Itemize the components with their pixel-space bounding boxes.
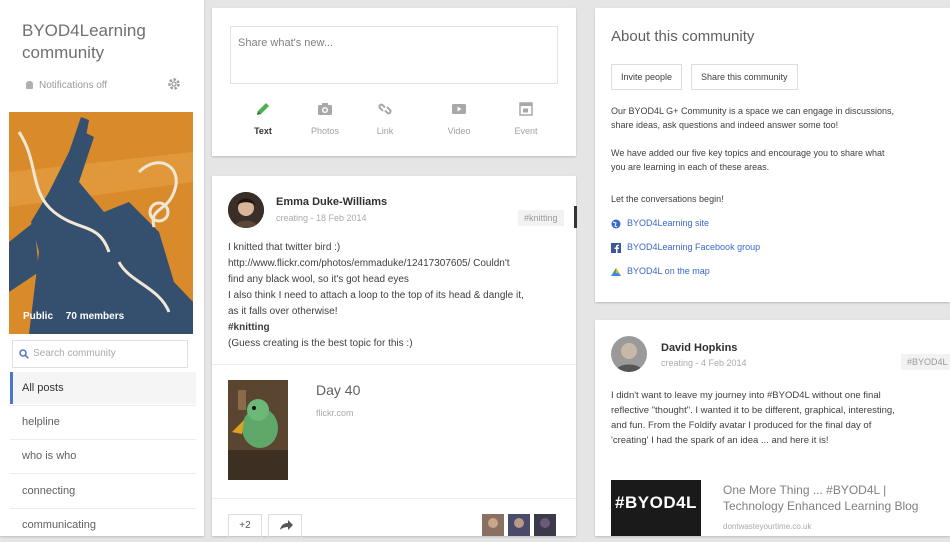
avatar[interactable]: [228, 192, 264, 228]
nav-divider: [10, 473, 196, 474]
post-tag[interactable]: #knitting: [518, 210, 564, 226]
attachment-title[interactable]: Day 40: [316, 382, 360, 398]
attachment-thumbnail[interactable]: [228, 380, 288, 480]
post-card: Emma Duke-Williams creating - 18 Feb 201…: [212, 176, 577, 538]
share-post-button[interactable]: [268, 514, 302, 538]
link-preview-image: #BYOD4L: [611, 480, 701, 536]
sidebar-item-all-posts[interactable]: All posts: [10, 372, 196, 404]
plus-user-avatar[interactable]: [534, 514, 556, 536]
plus-user-avatar[interactable]: [508, 514, 530, 536]
avatar[interactable]: [611, 336, 647, 372]
sidebar-item-who-is-who[interactable]: who is who: [10, 440, 196, 472]
post-divider: [212, 498, 576, 499]
share-event-label: Event: [514, 126, 538, 136]
gear-icon[interactable]: [166, 76, 182, 92]
community-sidebar: BYOD4Learning community Notifications of…: [0, 0, 204, 536]
facebook-icon: [611, 242, 621, 253]
about-text-line: Our BYOD4L G+ Community is a space we ca…: [611, 106, 895, 116]
bell-icon: [26, 81, 33, 90]
share-video-label: Video: [447, 126, 471, 136]
post-text-line: I didn't want to leave my journey into #…: [611, 390, 881, 401]
share-photos-label: Photos: [310, 126, 340, 136]
share-video-button[interactable]: Video: [434, 100, 484, 136]
share-box: Share what's new... Text Photos Link Vid…: [212, 8, 576, 156]
camera-icon: [318, 103, 332, 115]
link-byod4learning-site[interactable]: BYOD4Learning site: [611, 218, 709, 229]
calendar-icon: [519, 102, 533, 116]
post-text-line: http://www.flickr.com/photos/emmaduke/12…: [228, 258, 510, 269]
about-text-line: you are learning in each of these areas.: [611, 162, 770, 172]
community-stats: Public 70 members: [23, 311, 134, 322]
post-menu-indicator: [574, 206, 577, 228]
share-arrow-icon: [280, 520, 293, 530]
members-count[interactable]: 70 members: [66, 311, 124, 322]
globe-icon: [611, 219, 621, 229]
link-icon: [378, 103, 392, 115]
invite-people-button[interactable]: Invite people: [611, 64, 683, 90]
post-meta: creating - 4 Feb 2014: [661, 358, 747, 368]
link-preview-title[interactable]: One More Thing ... #BYOD4L | Technology …: [723, 482, 918, 514]
link-label: BYOD4Learning Facebook group: [627, 242, 761, 252]
video-icon: [452, 104, 466, 114]
link-preview-title-line: Technology Enhanced Learning Blog: [723, 499, 919, 513]
post-author[interactable]: David Hopkins: [661, 342, 737, 354]
post-text-line: I also think I need to attach a loop to …: [228, 290, 524, 301]
post-text-line: and fun. From the Foldify avatar I produ…: [611, 420, 872, 431]
post-meta: creating - 18 Feb 2014: [276, 213, 367, 223]
about-community-card: About this community Invite people Share…: [595, 8, 950, 302]
link-preview-source: dontwasteyourtime.co.uk: [723, 522, 812, 531]
about-text-line: Let the conversations begin!: [611, 194, 724, 204]
plus-user-avatar[interactable]: [482, 514, 504, 536]
about-text-line: We have added our five key topics and en…: [611, 148, 885, 158]
post-hashtag[interactable]: #knitting: [228, 322, 270, 333]
plus-one-button[interactable]: +2: [228, 514, 262, 538]
search-placeholder: Search community: [33, 348, 116, 359]
community-cover-image: Public 70 members: [9, 112, 193, 334]
post-divider: [212, 364, 576, 365]
visibility-label: Public: [23, 311, 54, 322]
attachment-source: flickr.com: [316, 408, 354, 418]
post-author[interactable]: Emma Duke-Williams: [276, 196, 387, 208]
notifications-toggle[interactable]: Notifications off: [26, 80, 107, 91]
about-text-line: share ideas, ask questions and indeed an…: [611, 120, 839, 130]
post-text-line: reflective "thought". I wanted it to be …: [611, 405, 895, 416]
post-card: David Hopkins creating - 4 Feb 2014 #BYO…: [595, 320, 950, 536]
sidebar-item-communicating[interactable]: communicating: [10, 509, 196, 541]
link-facebook-group[interactable]: BYOD4Learning Facebook group: [611, 242, 760, 253]
post-text-line: as it falls over otherwise!: [228, 306, 338, 317]
link-preview-title-line: One More Thing ... #BYOD4L |: [723, 483, 887, 497]
notifications-label: Notifications off: [39, 80, 108, 91]
community-title: BYOD4Learning community: [22, 21, 146, 62]
search-community-input[interactable]: Search community: [12, 340, 188, 368]
post-text-line: 'creating' I had the spark of an idea ..…: [611, 435, 829, 446]
share-text-button[interactable]: Text: [238, 100, 288, 136]
search-icon: [19, 349, 29, 359]
share-community-button[interactable]: Share this community: [691, 64, 798, 90]
post-text-line: (Guess creating is the best topic for th…: [228, 338, 413, 349]
share-photos-button[interactable]: Photos: [300, 100, 350, 136]
sidebar-item-helpline[interactable]: helpline: [10, 406, 196, 438]
pencil-icon: [257, 103, 269, 115]
share-event-button[interactable]: Event: [501, 100, 551, 136]
map-icon: [611, 267, 621, 276]
share-link-button[interactable]: Link: [360, 100, 410, 136]
link-on-the-map[interactable]: BYOD4L on the map: [611, 266, 710, 277]
link-preview-card[interactable]: #BYOD4L One More Thing ... #BYOD4L | Tec…: [611, 480, 950, 536]
post-tag[interactable]: #BYOD4L: [901, 354, 950, 370]
post-text-line: find any black wool, so it's got head ey…: [228, 274, 409, 285]
link-label: BYOD4L on the map: [627, 266, 710, 276]
share-input[interactable]: Share what's new...: [230, 26, 558, 84]
post-text-line: I knitted that twitter bird :): [228, 242, 341, 253]
about-title: About this community: [611, 28, 755, 45]
sidebar-item-connecting[interactable]: connecting: [10, 475, 196, 507]
share-text-label: Text: [254, 126, 272, 136]
share-link-label: Link: [376, 126, 394, 136]
link-label: BYOD4Learning site: [627, 218, 710, 228]
